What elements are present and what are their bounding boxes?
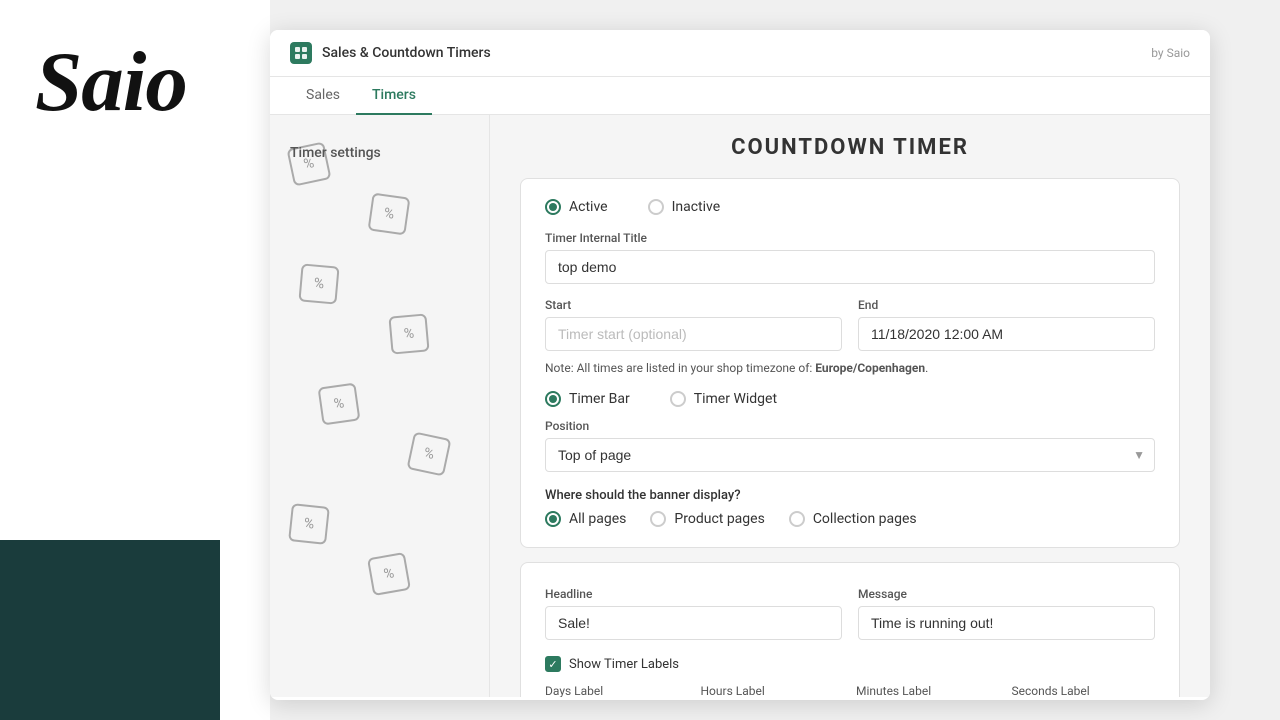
deco-tag-3: % <box>298 263 339 304</box>
headline-message-row: Headline Message <box>545 587 1155 640</box>
end-label: End <box>858 298 1155 312</box>
timezone-note: Note: All times are listed in your shop … <box>545 361 1155 375</box>
position-field: Position Top of page Bottom of page Cust… <box>545 419 1155 472</box>
deco-tag-5: % <box>318 383 361 426</box>
deco-tag-8: % <box>367 552 411 596</box>
radio-collection-pages-label: Collection pages <box>813 511 917 527</box>
main-panel: COUNTDOWN TIMER Active Inactive Ti <box>490 115 1210 697</box>
radio-timer-bar[interactable]: Timer Bar <box>545 391 630 407</box>
radio-product-pages-circle <box>650 511 666 527</box>
nav-tabs: Sales Timers <box>270 77 1210 115</box>
card-content-settings: Headline Message ✓ Show Timer Labels <box>520 562 1180 697</box>
deco-tag-2: % <box>368 193 411 236</box>
radio-timer-widget-label: Timer Widget <box>694 391 777 407</box>
seconds-label-name: Seconds Label <box>1012 684 1156 697</box>
seconds-label-field: Seconds Label <box>1012 684 1156 697</box>
radio-active[interactable]: Active <box>545 199 608 215</box>
deco-tag-6: % <box>406 431 451 476</box>
radio-active-circle <box>545 199 561 215</box>
start-field: Start <box>545 298 842 351</box>
tab-sales[interactable]: Sales <box>290 77 356 115</box>
app-header: Sales & Countdown Timers by Saio <box>270 30 1210 77</box>
message-label: Message <box>858 587 1155 601</box>
minutes-label-field: Minutes Label <box>856 684 1000 697</box>
radio-inactive[interactable]: Inactive <box>648 199 721 215</box>
brand-logo: Saio <box>30 20 190 140</box>
radio-all-pages[interactable]: All pages <box>545 511 626 527</box>
days-label-field: Days Label <box>545 684 689 697</box>
sidebar-label: Timer settings <box>290 145 469 161</box>
timer-title-field: Timer Internal Title <box>545 231 1155 284</box>
radio-timer-bar-label: Timer Bar <box>569 391 630 407</box>
app-title: Sales & Countdown Timers <box>322 45 491 61</box>
radio-product-pages-label: Product pages <box>674 511 764 527</box>
show-timer-labels-label: Show Timer Labels <box>569 657 679 672</box>
timer-title-label: Timer Internal Title <box>545 231 1155 245</box>
deco-tag-4: % <box>388 313 429 354</box>
banner-display-section: Where should the banner display? All pag… <box>545 488 1155 527</box>
days-label-name: Days Label <box>545 684 689 697</box>
card-timer-settings: Active Inactive Timer Internal Title Sta… <box>520 178 1180 548</box>
radio-timer-bar-circle <box>545 391 561 407</box>
position-select[interactable]: Top of page Bottom of page Custom <box>545 438 1155 472</box>
timer-title-input[interactable] <box>545 250 1155 284</box>
date-row: Start End <box>545 298 1155 351</box>
banner-radios: All pages Product pages Collection pages <box>545 511 1155 527</box>
status-radio-group: Active Inactive <box>545 199 1155 215</box>
svg-text:Saio: Saio <box>35 35 187 129</box>
deco-tag-7: % <box>288 503 330 545</box>
content-area: % % % % % % % % Timer settings COUNTDOWN… <box>270 115 1210 697</box>
headline-field: Headline <box>545 587 842 640</box>
radio-timer-widget[interactable]: Timer Widget <box>670 391 777 407</box>
timer-labels-grid: Days Label Hours Label Minutes Label Sec… <box>545 684 1155 697</box>
position-select-wrapper: Top of page Bottom of page Custom ▼ <box>545 438 1155 472</box>
radio-collection-pages-circle <box>789 511 805 527</box>
hours-label-field: Hours Label <box>701 684 845 697</box>
radio-product-pages[interactable]: Product pages <box>650 511 764 527</box>
radio-active-label: Active <box>569 199 608 215</box>
minutes-label-name: Minutes Label <box>856 684 1000 697</box>
timer-type-group: Timer Bar Timer Widget <box>545 391 1155 407</box>
show-timer-labels-row: ✓ Show Timer Labels <box>545 656 1155 672</box>
radio-all-pages-circle <box>545 511 561 527</box>
start-input[interactable] <box>545 317 842 351</box>
headline-label: Headline <box>545 587 842 601</box>
end-input[interactable] <box>858 317 1155 351</box>
sidebar: % % % % % % % % Timer settings <box>270 115 490 697</box>
radio-inactive-circle <box>648 199 664 215</box>
show-timer-labels-checkbox[interactable]: ✓ <box>545 656 561 672</box>
radio-all-pages-label: All pages <box>569 511 626 527</box>
app-by-label: by Saio <box>1151 46 1190 60</box>
app-window: Sales & Countdown Timers by Saio Sales T… <box>270 30 1210 700</box>
hours-label-name: Hours Label <box>701 684 845 697</box>
radio-collection-pages[interactable]: Collection pages <box>789 511 917 527</box>
headline-input[interactable] <box>545 606 842 640</box>
radio-timer-widget-circle <box>670 391 686 407</box>
radio-inactive-label: Inactive <box>672 199 721 215</box>
tab-timers[interactable]: Timers <box>356 77 432 115</box>
position-label: Position <box>545 419 1155 433</box>
message-field: Message <box>858 587 1155 640</box>
app-icon <box>290 42 312 64</box>
end-field: End <box>858 298 1155 351</box>
start-label: Start <box>545 298 842 312</box>
message-input[interactable] <box>858 606 1155 640</box>
app-header-left: Sales & Countdown Timers <box>290 42 491 64</box>
bg-dark-corner <box>0 540 220 720</box>
banner-display-question: Where should the banner display? <box>545 488 1155 503</box>
page-title: COUNTDOWN TIMER <box>520 135 1180 160</box>
